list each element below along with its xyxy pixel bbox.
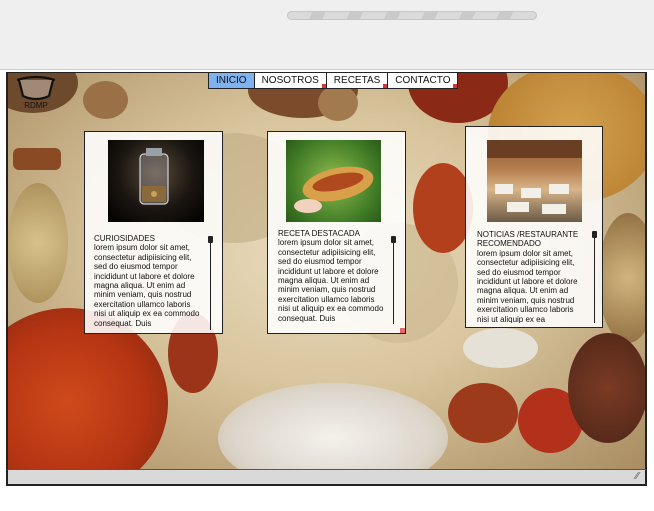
spice-jar-photo [108,140,204,222]
marker-icon [453,84,458,88]
nav-item-label: RECETAS [333,75,381,86]
scrollbar[interactable] [393,236,394,324]
status-bar: ⁄⁄ [6,469,647,486]
nav-item-contacto[interactable]: CONTACTO [388,73,458,88]
card-noticias-restaurante: NOTICIAS /RESTAURANTE RECOMENDADO lorem … [465,126,603,328]
scrollbar[interactable] [210,236,211,330]
scroll-thumb[interactable] [592,231,597,238]
card-text: lorem ipsum dolor sit amet, consectetur … [94,243,200,328]
card-receta-destacada: RECETA DESTACADA lorem ipsum dolor sit a… [267,131,406,334]
main-nav: INICIO NOSOTROS RECETAS CONTACTO [208,72,459,89]
marker-icon [383,84,388,88]
card-title: CURIOSIDADES [94,234,155,243]
nav-item-inicio[interactable]: INICIO [209,73,255,88]
card-text: lorem ipsum dolor sit amet, consectetur … [278,238,384,323]
resize-grip-icon[interactable]: ⁄⁄ [631,471,643,483]
card-body: RECETA DESTACADA lorem ipsum dolor sit a… [278,229,388,326]
resize-corner-icon [400,328,405,333]
logo-label: RDMP [24,101,48,110]
nav-item-recetas[interactable]: RECETAS [326,73,389,88]
scrollbar[interactable] [594,231,595,323]
marker-icon [321,84,326,88]
nav-item-label: NOSOTROS [261,75,319,86]
stuffed-bread-photo [286,140,381,222]
scroll-thumb[interactable] [391,236,396,243]
nav-item-label: CONTACTO [395,75,451,86]
restaurant-terrace-photo [487,140,582,222]
address-bar[interactable] [287,11,537,20]
card-body: CURIOSIDADES lorem ipsum dolor sit amet,… [94,234,204,329]
card-body: NOTICIAS /RESTAURANTE RECOMENDADO lorem … [477,230,587,323]
card-title: RECETA DESTACADA [278,229,360,238]
scroll-thumb[interactable] [208,236,213,243]
card-text: lorem ipsum dolor sit amet, consectetur … [477,248,578,323]
card-title: NOTICIAS /RESTAURANTE RECOMENDADO [477,230,579,249]
card-curiosidades: CURIOSIDADES lorem ipsum dolor sit amet,… [84,131,223,334]
nav-item-nosotros[interactable]: NOSOTROS [254,73,327,88]
browser-toolbar [0,0,654,70]
